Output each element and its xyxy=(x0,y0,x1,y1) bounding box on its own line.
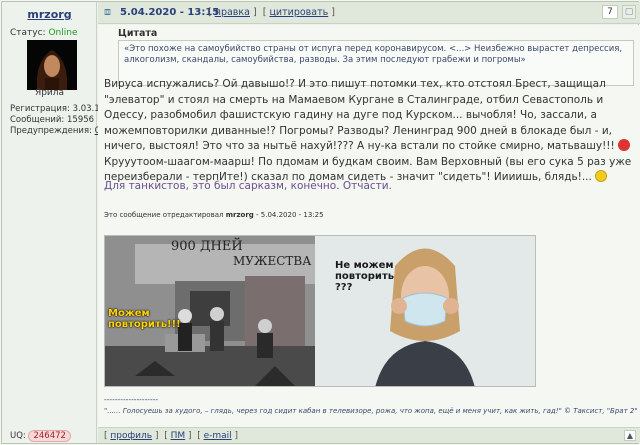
post-datetime: 5.04.2020 - 13:15 xyxy=(120,7,220,18)
message-part-2: Крууутоом-шаагом-маарш! По пдомам и будк… xyxy=(104,155,632,184)
user-stats: Регистрация: 3.03.10 Сообщений: 15956 Пр… xyxy=(10,104,108,137)
signature-quote: "...... Голосуешь за худого, – глядь, че… xyxy=(104,407,638,415)
uq-badge: 246472 xyxy=(28,430,71,442)
scroll-top-icon[interactable]: ▲ xyxy=(624,430,636,441)
forum-post: mrzorg Статус: Online Ярила Регистрация:… xyxy=(1,1,640,444)
status-label: Статус: xyxy=(10,28,46,38)
meme-left-panel: 900 ДНЕЙ МУЖЕСТВА Можем повторить!!! xyxy=(105,236,315,386)
avatar-image xyxy=(27,40,77,90)
post-body: Цитата «Это похоже на самоубийство стран… xyxy=(98,25,640,427)
avatar-caption: Ярила xyxy=(34,88,65,98)
meme-left-caption: Можем повторить!!! xyxy=(108,308,181,330)
pm-link[interactable]: ПМ xyxy=(171,431,186,441)
meme-right-panel: Не можем повторить ??? xyxy=(315,236,535,386)
edit-link[interactable]: правка xyxy=(215,7,250,18)
smile-emoji-icon xyxy=(595,170,608,182)
quote-title: Цитата xyxy=(118,28,158,39)
warnings-row: Предупреждения: 0% xyxy=(10,126,108,137)
post-footer: [ профиль ] [ ПМ ] [ e-mail ] ▲ xyxy=(98,427,640,443)
uq-rating: UQ: 246472 xyxy=(10,430,71,442)
email-link[interactable]: e-mail xyxy=(204,431,232,441)
angry-emoji-icon xyxy=(618,139,631,151)
post-message: Вируса испужались? Ой давышо!? И это пиш… xyxy=(104,77,634,186)
post-actions: [ правка ] [ цитировать ] xyxy=(208,7,335,18)
post-number[interactable]: 7 xyxy=(602,5,618,19)
sign-900-days: 900 ДНЕЙ xyxy=(171,239,243,254)
signature-separator: -------------------- xyxy=(104,395,159,404)
status-online: Online xyxy=(48,28,78,38)
user-status: Статус: Online xyxy=(10,28,78,38)
avatar[interactable] xyxy=(27,40,77,90)
sign-courage: МУЖЕСТВА xyxy=(233,254,312,268)
message-part-1: Вируса испужались? Ой давышо!? И это пиш… xyxy=(104,78,615,152)
post-header: ⧈ 5.04.2020 - 13:15 [ правка ] [ цитиров… xyxy=(98,2,640,24)
username-link[interactable]: mrzorg xyxy=(2,8,97,21)
post-link-icon[interactable]: ⧈ xyxy=(104,6,116,18)
masked-woman-photo xyxy=(315,236,535,386)
multiquote-checkbox-icon[interactable]: ▢ xyxy=(622,5,636,19)
sarcasm-note: Для танкистов, это был сарказм, конечно.… xyxy=(104,180,392,192)
posts-row: Сообщений: 15956 xyxy=(10,115,95,125)
user-panel: mrzorg Статус: Online Ярила Регистрация:… xyxy=(2,2,108,443)
quote-link[interactable]: цитировать xyxy=(269,7,328,18)
edited-note: Это сообщение отредактировал mrzorg - 5.… xyxy=(104,211,324,219)
profile-link[interactable]: профиль xyxy=(110,431,152,441)
footer-links: [ профиль ] [ ПМ ] [ e-mail ] xyxy=(104,431,239,441)
registration-row: Регистрация: 3.03.10 xyxy=(10,104,106,114)
meme-image[interactable]: 900 ДНЕЙ МУЖЕСТВА Можем повторить!!! Не … xyxy=(104,235,536,387)
meme-right-caption: Не можем повторить ??? xyxy=(335,260,395,293)
edited-user: mrzorg xyxy=(225,211,254,219)
